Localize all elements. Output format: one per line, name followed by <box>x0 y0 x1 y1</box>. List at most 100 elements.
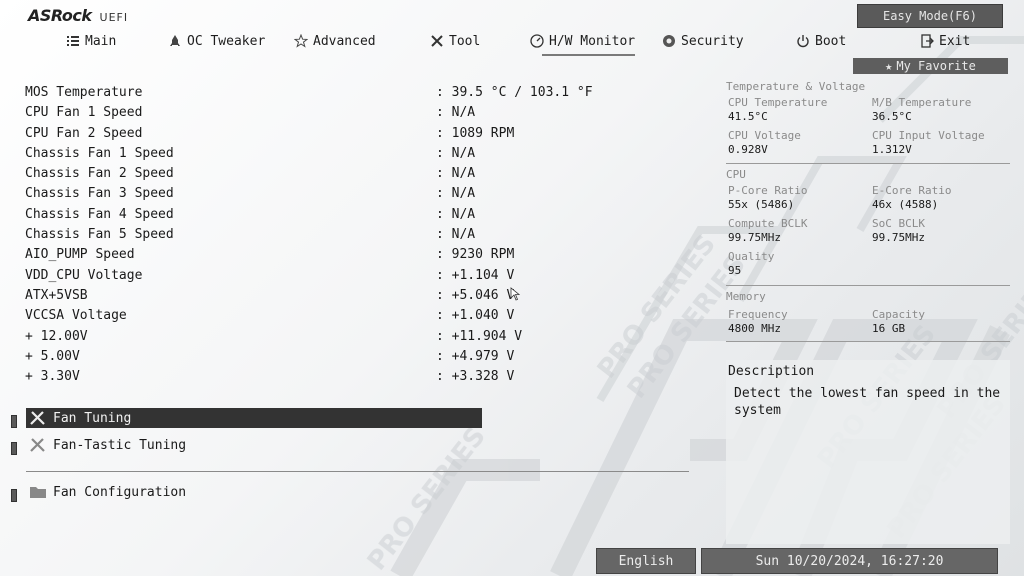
main-navigation: Main OC Tweaker Advanced Tool H/W Monito… <box>0 30 1024 56</box>
system-info-panel: Temperature & Voltage CPU Temperature 41.… <box>726 80 1010 346</box>
my-favorite-label: My Favorite <box>896 59 976 73</box>
p-core-ratio: P-Core Ratio 55x (5486) <box>728 184 808 211</box>
reading-row: Chassis Fan 3 Speed : N/A <box>25 185 605 205</box>
tab-exit[interactable]: Exit <box>920 30 970 52</box>
temperature-voltage-grid: CPU Temperature 41.5°C M/B Temperature 36.… <box>726 96 1010 160</box>
exit-icon <box>921 34 934 48</box>
reading-value: : N/A <box>436 227 476 243</box>
reading-value: : +1.104 V <box>436 267 515 283</box>
divider <box>726 285 1010 286</box>
item-bullet <box>11 489 17 502</box>
brand-subtitle: UEFI <box>99 11 129 24</box>
tools-icon <box>30 411 45 425</box>
reading-label: VCCSA Voltage <box>25 308 127 324</box>
divider <box>726 341 1010 342</box>
reading-label: Chassis Fan 1 Speed <box>25 145 174 161</box>
reading-label: Chassis Fan 2 Speed <box>25 166 174 182</box>
reading-row: Chassis Fan 4 Speed: N/A <box>25 206 605 226</box>
reading-label: + 12.00V <box>25 328 88 344</box>
language-button[interactable]: English <box>596 548 696 574</box>
cpu-voltage: CPU Voltage 0.928V <box>728 129 801 156</box>
fan-tastic-tuning-item[interactable]: Fan-Tastic Tuning <box>26 435 482 455</box>
cpu-grid: P-Core Ratio 55x (5486) E-Core Ratio 46x (… <box>726 184 1010 282</box>
reading-label: Chassis Fan 5 Speed <box>25 227 174 243</box>
fan-configuration-item[interactable]: Fan Configuration <box>26 482 482 502</box>
reading-row: AIO_PUMP Speed : 9230 RPM <box>25 246 605 266</box>
reading-label: AIO_PUMP Speed <box>25 247 135 263</box>
memory-frequency: Frequency 4800 MHz <box>728 308 788 335</box>
gauge-icon <box>530 34 544 48</box>
reading-value: : 1089 RPM <box>436 125 515 141</box>
reading-row: Chassis Fan 1 Speed: N/A <box>25 145 605 165</box>
reading-value: : +4.979 V <box>436 348 515 364</box>
reading-value: : N/A <box>436 206 476 222</box>
reading-label: MOS Temperature <box>25 85 143 100</box>
reading-row: VCCSA Voltage : +1.040 V <box>25 307 605 327</box>
tab-boot-label: Boot <box>815 33 847 49</box>
tab-security[interactable]: Security <box>662 30 744 52</box>
e-core-ratio: E-Core Ratio 46x (4588) <box>872 184 952 211</box>
reading-row: + 5.00V : +4.979 V <box>25 348 605 368</box>
reading-row: CPU Fan 2 Speed: 1089 RPM <box>25 125 605 145</box>
cpu-input-voltage: CPU Input Voltage 1.312V <box>872 129 985 156</box>
description-text: Detect the lowest fan speed in the syste… <box>734 386 1001 418</box>
temperature-voltage-heading: Temperature & Voltage <box>726 80 866 93</box>
memory-capacity: Capacity 16 GB <box>872 308 925 335</box>
reading-label: + 5.00V <box>25 348 80 364</box>
reading-value: : 39.5 °C / 103.1 °F <box>436 85 593 100</box>
fan-tuning-item[interactable]: Fan Tuning <box>26 408 482 428</box>
reading-value: : 9230 RPM <box>436 247 515 263</box>
reading-label: VDD_CPU Voltage <box>25 267 143 283</box>
tab-oc-tweaker[interactable]: OC Tweaker <box>168 30 265 52</box>
tab-advanced[interactable]: Advanced <box>294 30 376 52</box>
brand-name: ASRock <box>28 6 92 25</box>
cpu-heading: CPU <box>726 168 746 181</box>
compute-bclk: Compute BCLK 99.75MHz <box>728 217 808 244</box>
list-icon <box>67 36 79 46</box>
description-title: Description <box>728 364 815 379</box>
tools-icon <box>431 35 443 47</box>
reading-value: : +3.328 V <box>436 369 515 385</box>
tab-tool[interactable]: Tool <box>430 30 480 52</box>
reading-row: VDD_CPU Voltage : +1.104 V <box>25 267 605 287</box>
item-bullet <box>11 442 17 455</box>
reading-row: Chassis Fan 2 Speed : N/A <box>25 165 605 185</box>
fan-tuning-label: Fan Tuning <box>53 410 132 426</box>
hw-readings-list: MOS Temperature : 39.5 °C / 103.1 °F CPU … <box>25 84 605 388</box>
shield-icon <box>663 35 675 47</box>
tab-hw-monitor[interactable]: H/W Monitor <box>530 30 636 56</box>
folder-icon <box>30 487 46 498</box>
description-panel: Description Detect the lowest fan speed … <box>726 360 1010 544</box>
reading-value: : +1.040 V <box>436 308 515 324</box>
divider <box>26 471 689 472</box>
tab-main[interactable]: Main <box>66 30 116 52</box>
star-icon <box>294 34 308 48</box>
tab-tool-label: Tool <box>449 33 481 49</box>
reading-row: MOS Temperature : 39.5 °C / 103.1 °F <box>25 84 605 104</box>
memory-heading: Memory <box>726 290 766 303</box>
easy-mode-button[interactable]: Easy Mode(F6) <box>857 4 1003 28</box>
tab-hw-monitor-label: H/W Monitor <box>549 33 636 49</box>
reading-label: + 3.30V <box>25 369 80 385</box>
reading-value: : N/A <box>436 186 476 202</box>
tab-oc-tweaker-label: OC Tweaker <box>187 33 266 49</box>
tab-boot[interactable]: Boot <box>796 30 846 52</box>
reading-row: + 12.00V : +11.904 V <box>25 328 605 348</box>
brand-logo: ASRock UEFI <box>28 6 128 25</box>
datetime-display: Sun 10/20/2024, 16:27:20 <box>701 548 998 574</box>
mouse-cursor-icon <box>510 287 520 301</box>
reading-label: ATX+5VSB <box>25 287 88 303</box>
reading-label: Chassis Fan 3 Speed <box>25 186 174 202</box>
reading-value: : +11.904 V <box>436 328 523 344</box>
reading-label: CPU Fan 1 Speed <box>25 105 143 121</box>
reading-value: : N/A <box>436 105 476 121</box>
reading-row: + 3.30V : +3.328 V <box>25 368 605 388</box>
mb-temperature: M/B Temperature 36.5°C <box>872 96 972 123</box>
tab-security-label: Security <box>681 33 744 49</box>
rocket-icon <box>170 35 180 46</box>
memory-grid: Frequency 4800 MHz Capacity 16 GB <box>726 306 1010 338</box>
watermark-text: PRO SERIES <box>592 230 722 385</box>
reading-value: : N/A <box>436 166 476 182</box>
my-favorite-button[interactable]: ★ My Favorite <box>853 58 1008 74</box>
star-icon: ★ <box>885 59 893 73</box>
